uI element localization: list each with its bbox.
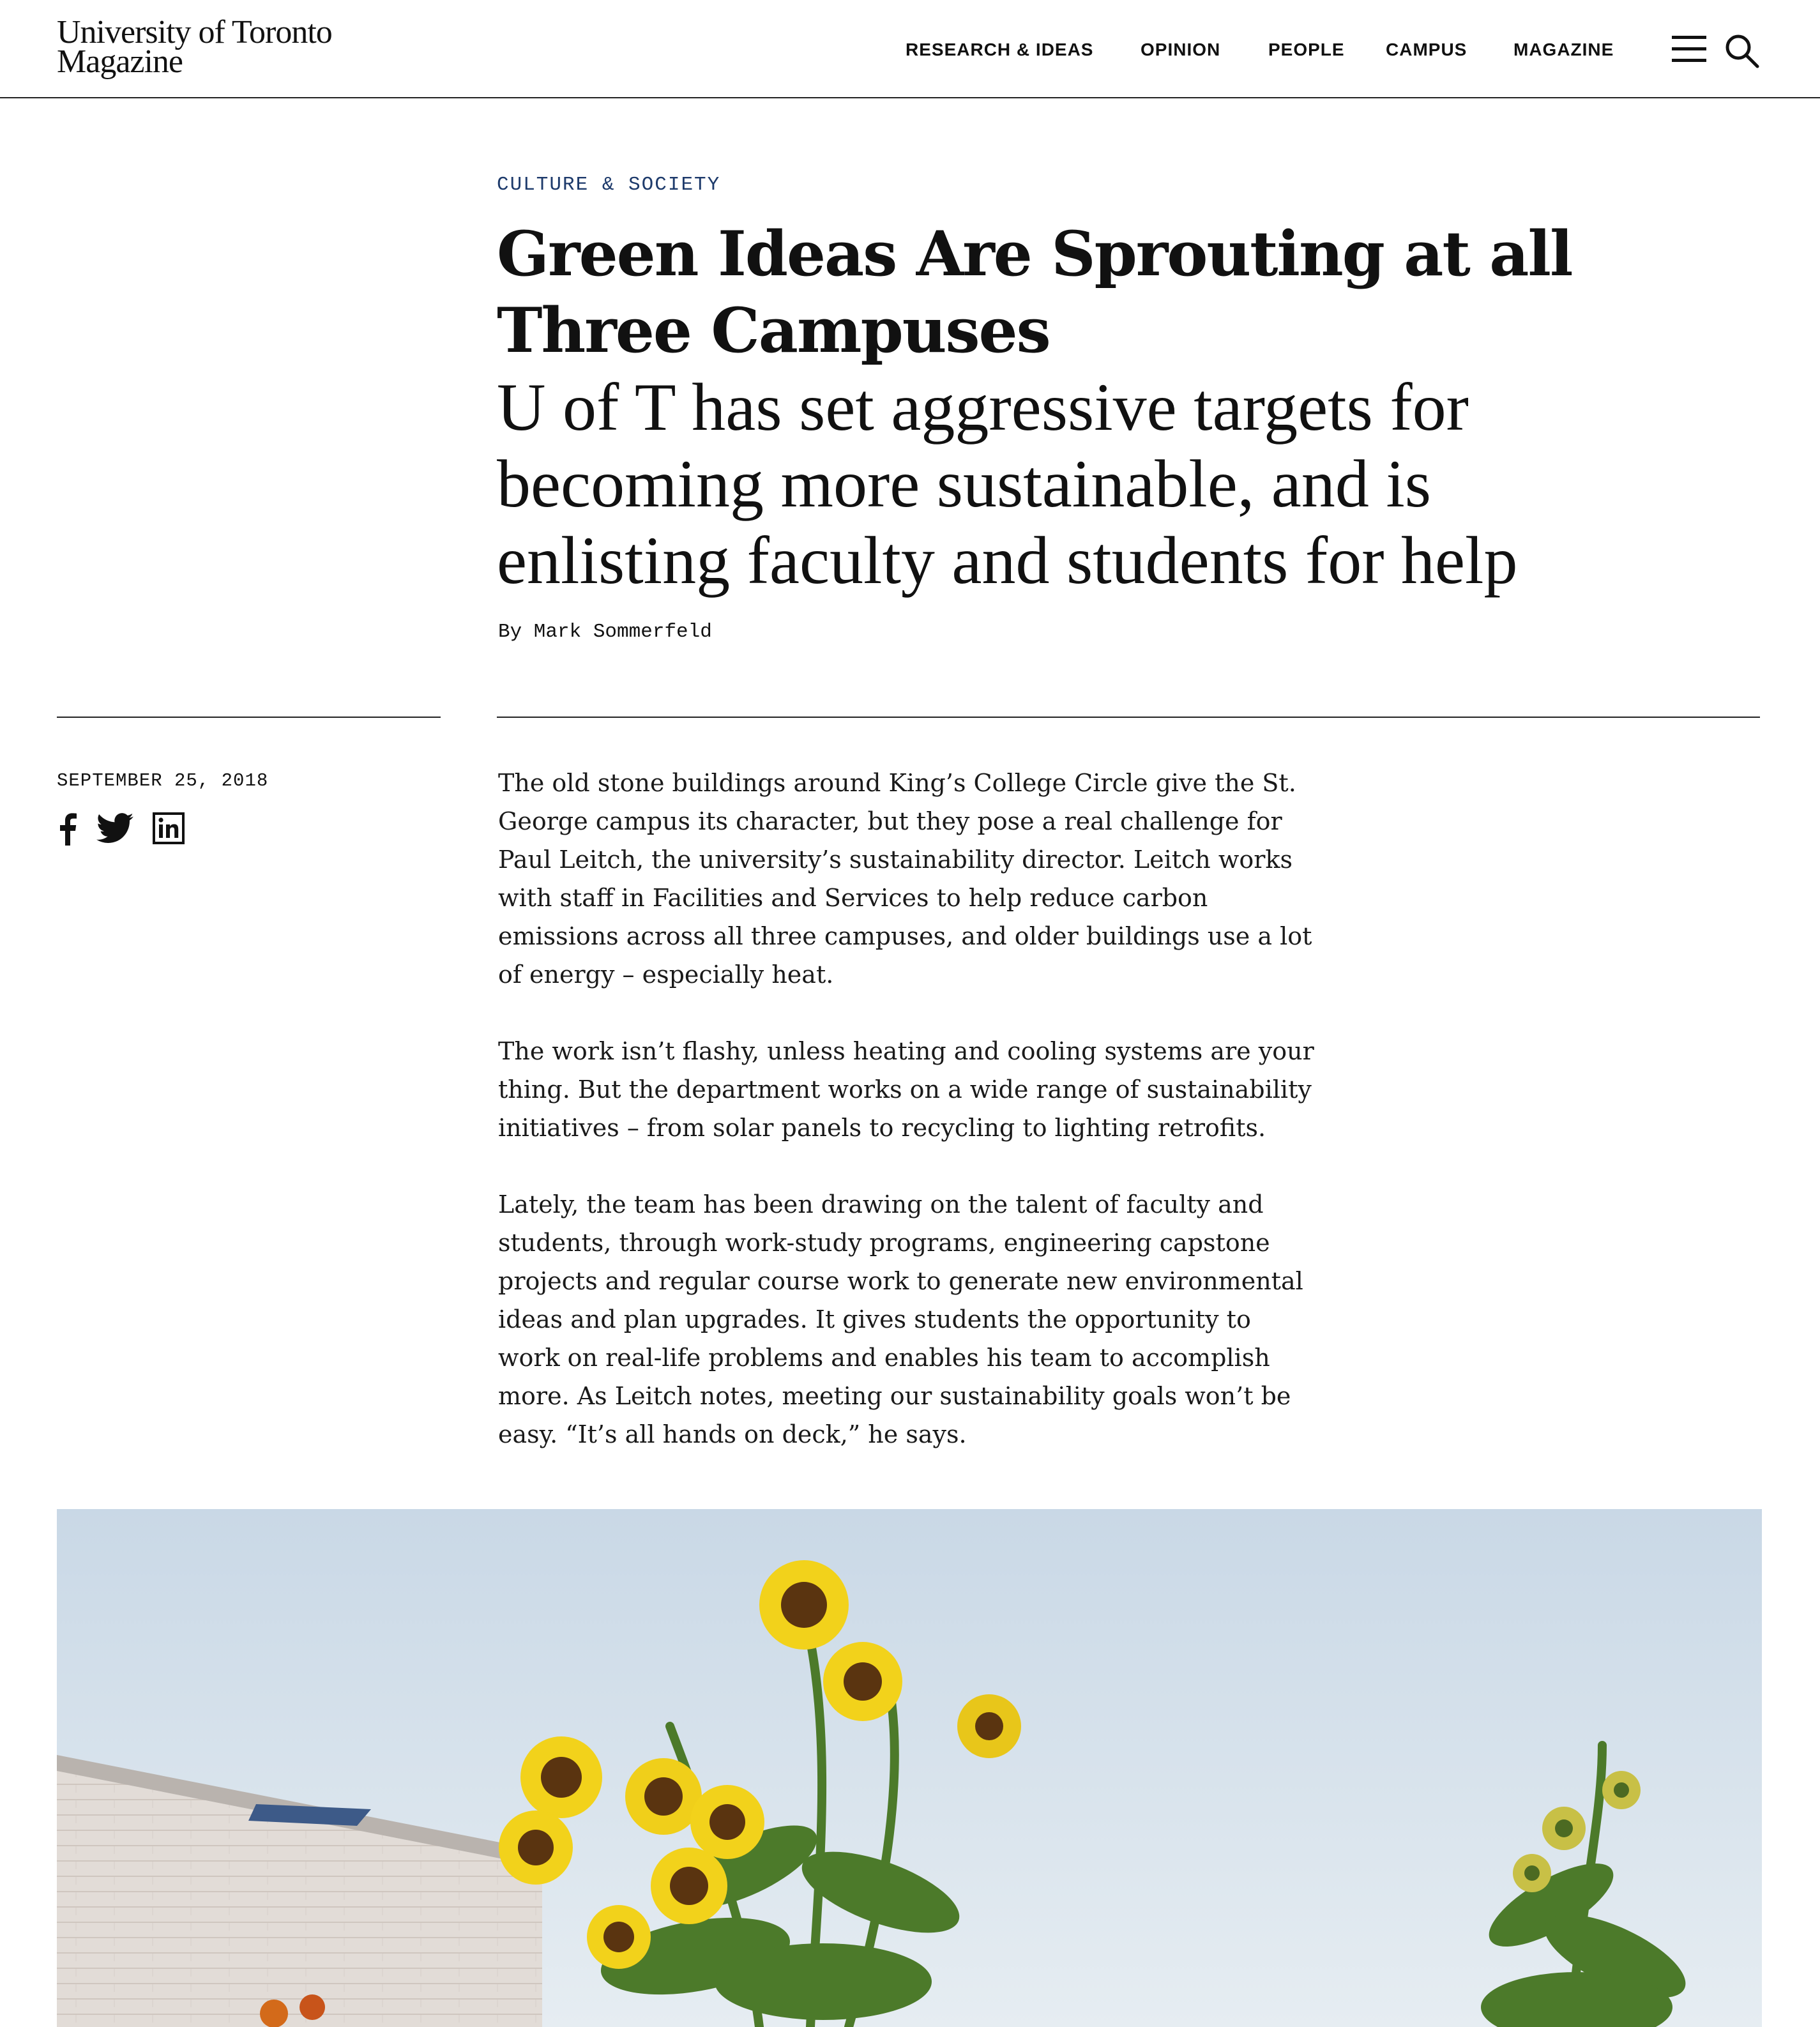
article-byline: By Mark Sommerfeld <box>498 621 712 643</box>
linkedin-icon[interactable] <box>153 812 185 847</box>
nav-opinion[interactable]: OPINION <box>1141 40 1220 60</box>
search-icon[interactable] <box>1724 33 1760 69</box>
article-category[interactable]: CULTURE & SOCIETY <box>497 174 720 196</box>
article-paragraph: The old stone buildings around King’s Co… <box>498 769 1312 989</box>
article-paragraph: The work isn’t flashy, unless heating an… <box>498 1037 1314 1142</box>
nav-people[interactable]: PEOPLE <box>1268 40 1345 60</box>
nav-research-ideas[interactable]: RESEARCH & IDEAS <box>906 40 1093 60</box>
site-header: University of Toronto Magazine RESEARCH … <box>0 0 1820 98</box>
divider-left <box>57 717 441 718</box>
divider-right <box>497 717 1760 718</box>
article-subtitle: U of T has set aggressive targets for be… <box>497 370 1518 598</box>
article-paragraph: Lately, the team has been drawing on the… <box>498 1190 1303 1448</box>
nav-magazine[interactable]: MAGAZINE <box>1513 40 1614 60</box>
article-date: SEPTEMBER 25, 2018 <box>57 770 269 791</box>
hamburger-icon[interactable] <box>1672 34 1706 63</box>
article-body: The old stone buildings around King’s Co… <box>498 764 1316 1492</box>
twitter-icon[interactable] <box>96 812 133 847</box>
nav-campus[interactable]: CAMPUS <box>1386 40 1467 60</box>
facebook-icon[interactable] <box>57 812 77 849</box>
article-title: Green Ideas Are Sprouting at all Three C… <box>497 218 1573 367</box>
main-nav: RESEARCH & IDEAS OPINION PEOPLE CAMPUS M… <box>0 40 1820 65</box>
hero-image-sunflowers <box>57 1509 1762 2027</box>
